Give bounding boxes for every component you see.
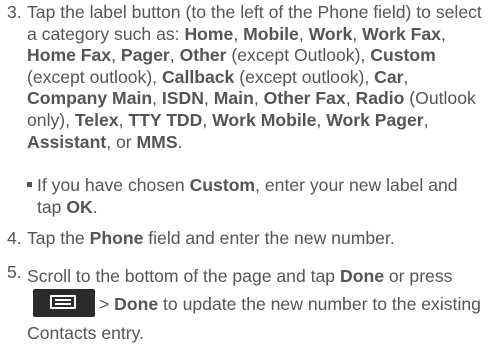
phone-field-label: Phone xyxy=(89,228,144,248)
option-pager: Pager xyxy=(120,45,170,66)
option-home-fax: Home Fax xyxy=(27,45,112,66)
option-callback: Callback xyxy=(161,66,235,87)
option-mms: MMS xyxy=(136,131,178,152)
option-radio: Radio xyxy=(355,88,405,109)
step-text: Scroll to the bottom of the page and tap… xyxy=(27,266,481,344)
note-text: If you have chosen Custom, enter your ne… xyxy=(37,175,458,217)
step-number: 4. xyxy=(7,228,22,248)
option-other-fax: Other Fax xyxy=(263,88,346,109)
option-mobile: Mobile xyxy=(243,23,299,44)
bullet-icon xyxy=(27,182,32,187)
step-4: 4. Tap the Phone field and enter the new… xyxy=(7,228,485,250)
option-company-main: Company Main xyxy=(27,88,153,109)
option-work: Work xyxy=(308,23,353,44)
option-custom: Custom xyxy=(370,45,436,66)
option-telex: Telex xyxy=(74,109,119,130)
option-isdn: ISDN xyxy=(161,88,204,109)
step-text: Tap the Phone field and enter the new nu… xyxy=(27,228,395,248)
custom-label-note: If you have chosen Custom, enter your ne… xyxy=(27,175,482,218)
step-number: 3. xyxy=(7,2,22,22)
step-5: 5. Scroll to the bottom of the page and … xyxy=(7,262,485,347)
option-car: Car xyxy=(374,66,404,87)
option-work-pager: Work Pager xyxy=(326,109,424,130)
custom-label: Custom xyxy=(189,175,256,195)
ok-label: OK xyxy=(66,196,93,217)
option-home: Home xyxy=(184,23,234,44)
option-work-mobile: Work Mobile xyxy=(212,109,317,130)
option-work-fax: Work Fax xyxy=(362,23,441,44)
done-label: Done xyxy=(340,266,384,286)
option-main: Main xyxy=(213,88,254,109)
done-label: Done xyxy=(114,294,159,314)
step-number: 5. xyxy=(7,262,22,282)
option-tty-tdd: TTY TDD xyxy=(128,109,203,130)
menu-key-icon xyxy=(33,289,95,318)
option-other: Other xyxy=(179,45,227,66)
step-text: Tap the label button (to the left of the… xyxy=(27,2,482,152)
option-assistant: Assistant xyxy=(27,131,107,152)
step-3: 3. Tap the label button (to the left of … xyxy=(7,2,485,153)
